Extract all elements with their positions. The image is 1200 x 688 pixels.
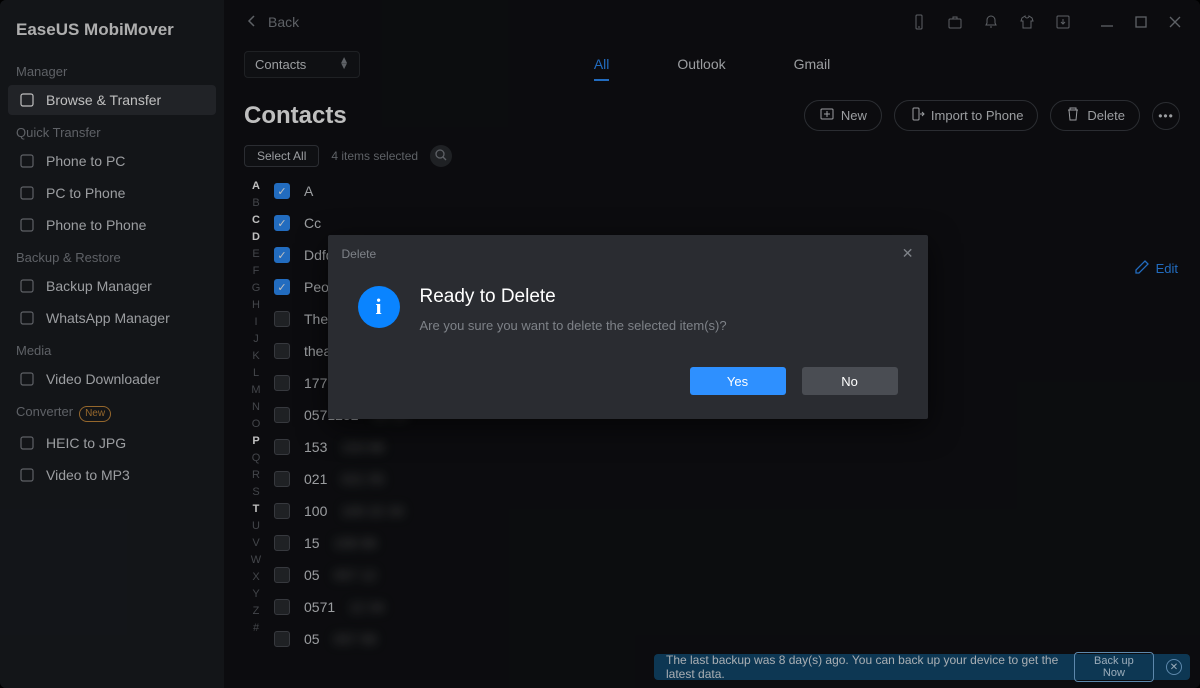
modal-footer: Yes No (328, 343, 928, 419)
app-window: EaseUS MobiMover ManagerBrowse & Transfe… (0, 0, 1200, 688)
close-icon: ✕ (902, 245, 914, 261)
modal-yes-button[interactable]: Yes (690, 367, 786, 395)
delete-confirm-modal: Delete ✕ i Ready to Delete Are you sure … (328, 235, 928, 419)
info-icon: i (358, 286, 400, 328)
modal-no-button[interactable]: No (802, 367, 898, 395)
modal-head-title: Delete (342, 247, 377, 261)
modal-overlay: Delete ✕ i Ready to Delete Are you sure … (0, 0, 1200, 688)
modal-message: Are you sure you want to delete the sele… (420, 318, 727, 333)
modal-close-button[interactable]: ✕ (902, 245, 914, 262)
modal-header: Delete ✕ (328, 235, 928, 270)
modal-body: i Ready to Delete Are you sure you want … (328, 270, 928, 343)
modal-title: Ready to Delete (420, 286, 727, 308)
